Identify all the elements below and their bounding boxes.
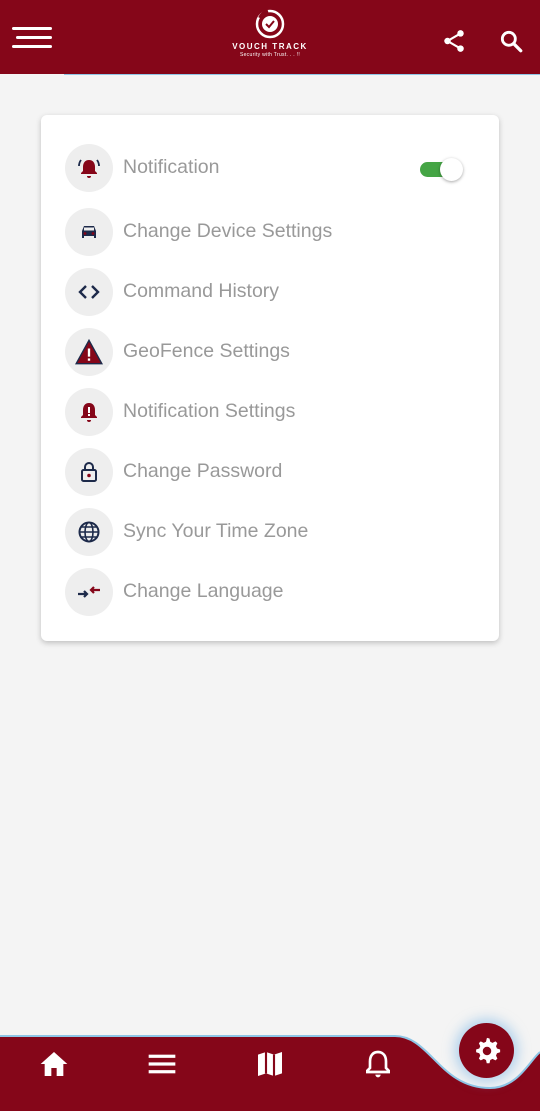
settings-item-label: Command History xyxy=(123,280,280,302)
car-icon xyxy=(65,208,113,256)
settings-item-label: Notification Settings xyxy=(123,400,296,422)
settings-item-label: GeoFence Settings xyxy=(123,340,290,362)
settings-item-label: Sync Your Time Zone xyxy=(123,520,309,542)
bell-icon[interactable] xyxy=(358,1044,398,1084)
logo-emblem-icon xyxy=(255,9,285,39)
settings-item-label: Change Password xyxy=(123,460,283,482)
settings-item-command-history[interactable]: Command History xyxy=(65,268,475,318)
settings-item-label: Change Device Settings xyxy=(123,220,333,242)
logo-title: VOUCH TRACK xyxy=(232,42,308,51)
warning-triangle-icon xyxy=(65,328,113,376)
search-icon[interactable] xyxy=(498,28,524,54)
logo-tagline: Security with Trust. . . !! xyxy=(239,52,301,58)
settings-item-notification[interactable]: Notification xyxy=(65,144,475,194)
lock-icon xyxy=(65,448,113,496)
settings-gear-icon[interactable] xyxy=(459,1023,514,1078)
hamburger-menu-icon[interactable] xyxy=(12,27,56,53)
app-logo: VOUCH TRACK Security with Trust. . . !! xyxy=(226,8,314,66)
list-icon[interactable] xyxy=(142,1044,182,1084)
alarm-bell-icon xyxy=(65,144,113,192)
settings-item-sync-time-zone[interactable]: Sync Your Time Zone xyxy=(65,508,475,558)
map-icon[interactable] xyxy=(250,1044,290,1084)
header-divider xyxy=(64,74,540,75)
settings-item-notification-settings[interactable]: Notification Settings xyxy=(65,388,475,438)
settings-item-label: Notification xyxy=(123,156,220,178)
home-icon[interactable] xyxy=(34,1044,74,1084)
settings-card: Notification Change Device Settings Comm… xyxy=(41,115,499,641)
bell-alert-icon xyxy=(65,388,113,436)
settings-item-change-language[interactable]: Change Language xyxy=(65,568,475,618)
settings-item-geofence-settings[interactable]: GeoFence Settings xyxy=(65,328,475,378)
settings-item-change-device-settings[interactable]: Change Device Settings xyxy=(65,208,475,258)
swap-arrows-icon xyxy=(65,568,113,616)
notification-toggle[interactable] xyxy=(420,158,464,181)
settings-item-label: Change Language xyxy=(123,580,284,602)
globe-icon xyxy=(65,508,113,556)
share-icon[interactable] xyxy=(441,28,467,54)
settings-item-change-password[interactable]: Change Password xyxy=(65,448,475,498)
code-brackets-icon xyxy=(65,268,113,316)
